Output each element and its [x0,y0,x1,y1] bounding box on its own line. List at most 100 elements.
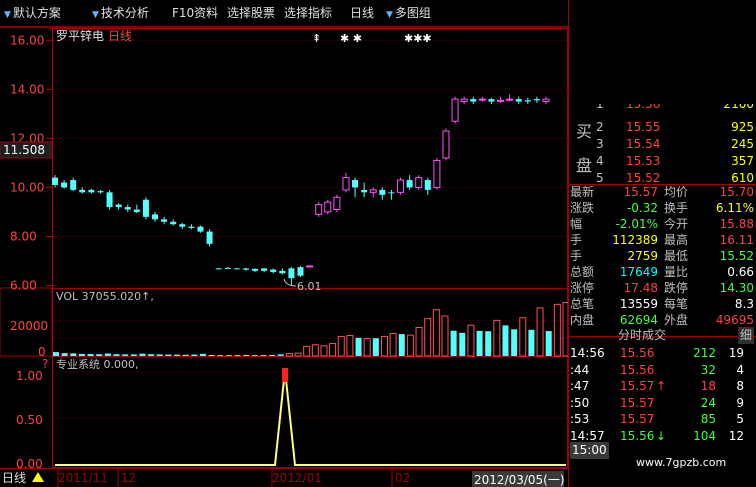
candle [97,189,104,194]
tick-time: :50 [570,395,590,410]
volume-bar [303,345,311,357]
stat-label: 涨跌 [570,201,595,215]
buy-row[interactable]: 3 15.54 245 [568,136,756,153]
volume-tick-20000: 20000 [10,319,48,333]
candle [406,175,413,190]
tick-count: 19 [728,346,744,360]
low-price-pointer [283,278,297,287]
stat-row: 总笔 13559 每笔 8.3 [568,296,756,313]
question-icon[interactable]: ? [42,357,48,371]
tick-direction-icon: ↑ [656,379,667,393]
volume-bar [493,319,501,357]
candle [333,194,341,212]
candle [233,267,240,270]
date-label-02: 02 [395,471,410,485]
candle [288,267,295,286]
price-tick-label: 16.00 [10,33,44,47]
candle-body [115,204,122,208]
buy-volume: 925 [731,120,754,134]
volume-bar [70,353,77,356]
volume-bar [217,355,224,357]
signal-marker-1: ⇞ [312,32,321,45]
tick-time: :47 [570,379,590,393]
stat-label: 均价 [664,185,689,199]
candle [142,197,149,220]
volume-bar [285,353,293,357]
tick-count: 4 [736,362,744,377]
candle [488,97,495,105]
volume-bar [363,338,371,357]
volume-label: VOL 37055.020↑, [56,290,154,303]
candle-body [424,180,431,190]
signal-marker-3: ✱✱✱ [404,32,432,45]
candle-body [324,201,332,213]
candle-body [506,98,514,101]
candle-body [261,268,268,271]
candle [497,96,505,103]
volume-bar [269,354,276,356]
stat-value: 17.48 [623,281,658,295]
stat-row: 最新 15.57 均价 15.70 [568,184,756,201]
candle [342,172,350,193]
price-tick-label: 14.00 [10,82,44,96]
volume-bar [225,355,232,357]
candle-body [215,268,222,270]
volume-bar [476,330,483,356]
candle-body [142,199,149,217]
stat-label: 幅 [570,217,583,231]
candle-body [270,269,277,273]
candle [415,175,423,190]
buy-row-1[interactable]: 1 15.56 2100 [568,104,756,114]
candle-body [133,209,140,212]
volume-bar [337,335,345,357]
candle-body [206,231,213,244]
candle-body [224,267,231,269]
candle-body [170,221,177,225]
candle-body [497,99,505,102]
tick-row: 14:56 15.56 212 19 [568,345,756,362]
volume-bar [545,331,552,356]
candle [70,177,77,192]
date-label-12: 12 [121,471,136,485]
tick-time: :44 [570,362,590,377]
stat-value: 2759 [627,249,658,263]
candle [369,187,377,198]
price-tick-label: 6.00 [10,279,37,293]
candle [533,96,540,103]
candle [115,203,122,210]
candle-body [388,192,395,194]
stat-value: 17649 [619,265,658,279]
candle [352,177,359,198]
volume-bar [311,344,319,357]
stock-chart[interactable]: 16.0014.0012.0010.008.006.00 11.508 罗平锌电… [0,0,568,487]
stat-row: 涨停 17.48 跌停 14.30 [568,280,756,297]
volume-bar [191,354,198,356]
buy-level-num: 3 [596,137,604,151]
buy-row[interactable]: 2 15.55 925 [568,119,756,136]
tick-price: 15.56 [620,362,655,377]
candle [388,189,395,200]
period-switch-button[interactable]: 日线 [2,471,26,485]
candle-body [333,196,341,211]
indicator-tick-1: 1.00 [16,369,43,383]
volume-bar [406,334,414,357]
stat-value: 15.70 [719,185,754,199]
tick-volume: 85 [700,412,716,426]
toolbar-divider [0,26,568,28]
candle [61,180,68,189]
candle-body [451,98,459,122]
tick-count: 8 [736,379,744,393]
buy-volume: 2100 [723,104,754,111]
buy-row[interactable]: 4 15.53 357 [568,153,756,170]
tick-detail-button[interactable]: 细 [738,327,755,344]
volume-bar [329,343,337,357]
candle [252,268,259,273]
stat-label: 最新 [570,185,595,199]
buy-level-num: 2 [596,120,604,134]
candle-body [342,177,350,191]
candle [424,177,431,195]
volume-bar [61,353,68,356]
tick-time: :53 [570,412,590,426]
candle-body [61,182,68,188]
volume-bar [380,335,388,357]
